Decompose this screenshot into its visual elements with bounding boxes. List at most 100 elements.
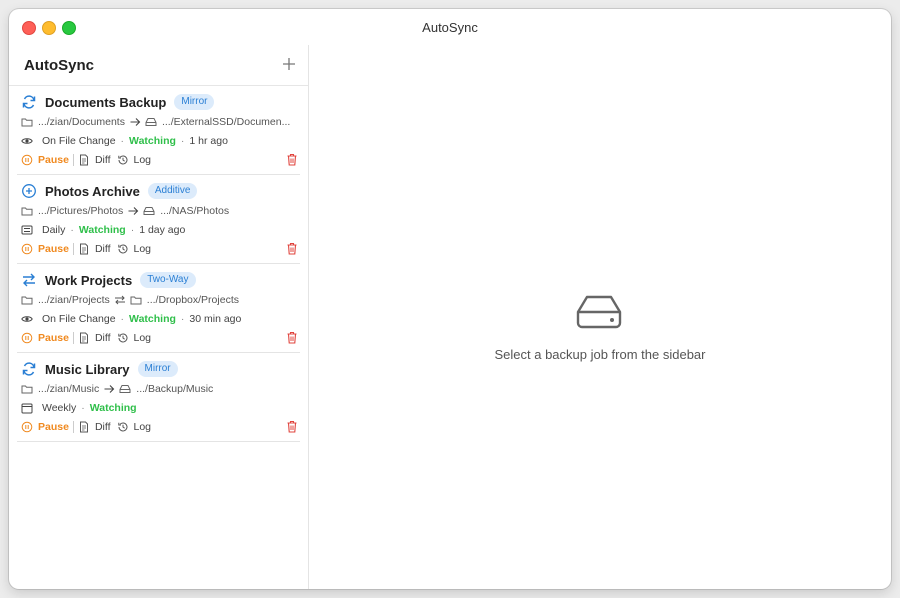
plus-circle-icon xyxy=(21,183,37,199)
pause-button[interactable]: Pause xyxy=(21,154,73,166)
pause-button[interactable]: Pause xyxy=(21,332,73,344)
diff-label: Diff xyxy=(94,421,111,433)
arrow-right-icon xyxy=(129,116,141,128)
history-icon xyxy=(117,421,129,433)
mode-badge: Mirror xyxy=(137,361,178,377)
separator-dot: · xyxy=(70,224,74,236)
job-header: Music Library Mirror xyxy=(21,360,298,378)
delete-job-button[interactable] xyxy=(286,420,298,433)
pause-label: Pause xyxy=(38,421,69,433)
job-name: Photos Archive xyxy=(45,183,140,199)
source-path: .../zian/Music xyxy=(38,383,100,395)
destination-path: .../Backup/Music xyxy=(136,383,214,395)
status-label: Watching xyxy=(129,135,176,147)
pause-button[interactable]: Pause xyxy=(21,421,73,433)
pause-label: Pause xyxy=(38,154,69,166)
diff-icon xyxy=(78,154,90,166)
sidebar-title: AutoSync xyxy=(24,57,95,74)
job-actions: Pause Diff Log xyxy=(21,242,298,256)
diff-icon xyxy=(78,332,90,344)
drive-icon xyxy=(576,295,622,329)
folder-icon xyxy=(21,116,33,128)
trigger-label: On File Change xyxy=(42,313,116,325)
divider xyxy=(72,332,74,344)
job-status: On File Change · Watching · 30 min ago xyxy=(21,312,298,326)
destination-path: .../NAS/Photos xyxy=(160,205,230,217)
arrow-right-icon xyxy=(127,205,139,217)
destination-path: .../Dropbox/Projects xyxy=(146,294,239,306)
list-icon xyxy=(21,224,33,236)
job-item[interactable]: Music Library Mirror .../zian/Music .../Bac… xyxy=(17,353,300,442)
folder-icon xyxy=(21,205,33,217)
diff-icon xyxy=(78,243,90,255)
job-item[interactable]: Work Projects Two-Way .../zian/Projects...… xyxy=(17,264,300,353)
pause-label: Pause xyxy=(38,332,69,344)
divider xyxy=(72,154,74,166)
folder-icon xyxy=(21,383,33,395)
job-path: .../Pictures/Photos .../NAS/Photos xyxy=(21,204,298,218)
sync-icon xyxy=(21,361,37,377)
job-name: Work Projects xyxy=(45,272,133,288)
delete-job-button[interactable] xyxy=(286,242,298,255)
log-button[interactable]: Log xyxy=(117,421,158,433)
eye-icon xyxy=(21,313,33,325)
source-path: .../zian/Documents xyxy=(38,116,125,128)
job-path: .../zian/Projects .../Dropbox/Projects xyxy=(21,293,298,307)
divider xyxy=(72,243,74,255)
pause-icon xyxy=(21,332,33,344)
separator-dot: · xyxy=(120,135,125,147)
status-label: Watching xyxy=(78,224,126,236)
history-icon xyxy=(117,243,129,255)
diff-button[interactable]: Diff xyxy=(78,421,117,433)
job-status: On File Change · Watching · 1 hr ago xyxy=(21,134,298,148)
pause-icon xyxy=(21,154,33,166)
add-job-button[interactable] xyxy=(280,55,298,73)
log-button[interactable]: Log xyxy=(117,243,158,255)
separator-dot: · xyxy=(180,135,185,147)
job-header: Documents Backup Mirror xyxy=(21,93,298,111)
app-window: AutoSync AutoSync Documents Backup Mirror… xyxy=(9,9,891,589)
separator-dot: · xyxy=(120,313,125,325)
mode-badge: Mirror xyxy=(174,94,215,110)
delete-job-button[interactable] xyxy=(286,153,298,166)
log-label: Log xyxy=(133,421,152,433)
mode-badge: Additive xyxy=(147,183,198,199)
trigger-label: On File Change xyxy=(42,135,116,147)
sync-icon xyxy=(21,94,37,110)
diff-button[interactable]: Diff xyxy=(78,243,117,255)
job-item[interactable]: Photos Archive Additive .../Pictures/Photo… xyxy=(17,175,300,264)
trigger-label: Weekly xyxy=(42,402,77,414)
pause-button[interactable]: Pause xyxy=(21,243,73,255)
job-item[interactable]: Documents Backup Mirror .../zian/Documents… xyxy=(17,86,300,175)
drive-icon xyxy=(145,116,157,128)
pause-icon xyxy=(21,243,33,255)
log-label: Log xyxy=(133,332,152,344)
calendar-icon xyxy=(21,402,33,414)
delete-job-button[interactable] xyxy=(286,331,298,344)
job-name: Music Library xyxy=(45,361,130,377)
drive-icon xyxy=(143,205,155,217)
last-run-label: 1 day ago xyxy=(139,224,186,236)
pause-icon xyxy=(21,421,33,433)
diff-button[interactable]: Diff xyxy=(78,154,117,166)
history-icon xyxy=(117,332,129,344)
log-label: Log xyxy=(133,154,152,166)
job-header: Photos Archive Additive xyxy=(21,182,298,200)
two-way-arrows-icon xyxy=(21,272,37,288)
diff-button[interactable]: Diff xyxy=(78,332,117,344)
mode-badge: Two-Way xyxy=(140,272,196,288)
diff-label: Diff xyxy=(94,243,111,255)
separator-dot: · xyxy=(81,402,85,414)
log-button[interactable]: Log xyxy=(117,154,158,166)
job-path: .../zian/Documents .../ExternalSSD/Docume… xyxy=(21,115,298,129)
job-list: Documents Backup Mirror .../zian/Documents… xyxy=(9,86,308,442)
diff-label: Diff xyxy=(94,154,111,166)
pause-label: Pause xyxy=(38,243,69,255)
log-button[interactable]: Log xyxy=(117,332,158,344)
diff-icon xyxy=(78,421,90,433)
job-actions: Pause Diff Log xyxy=(21,153,298,167)
detail-pane: Select a backup job from the sidebar xyxy=(309,45,891,589)
destination-path: .../ExternalSSD/Documen... xyxy=(161,116,291,128)
status-label: Watching xyxy=(89,402,137,414)
sidebar-header: AutoSync xyxy=(9,45,308,86)
